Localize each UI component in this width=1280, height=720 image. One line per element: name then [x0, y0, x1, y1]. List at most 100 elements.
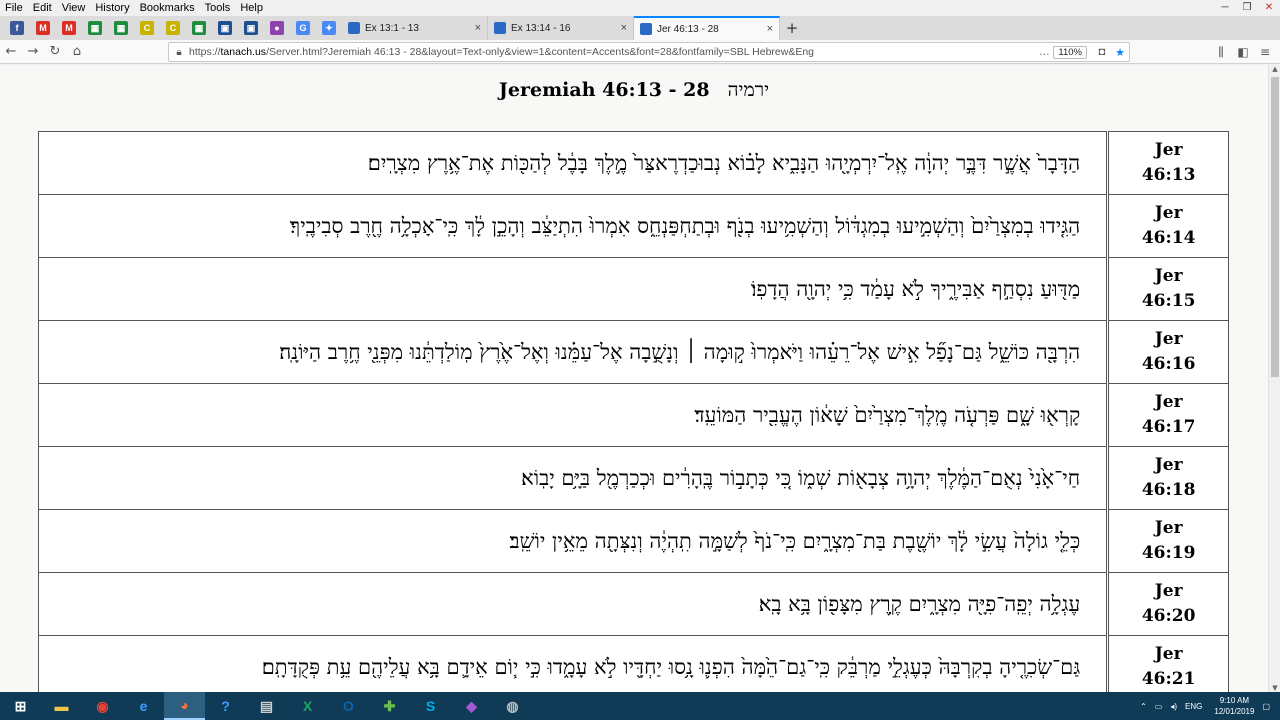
notifications-icon[interactable]: ▢ [1262, 702, 1270, 711]
home-icon[interactable]: ⌂ [66, 44, 88, 59]
windows-taskbar: ⊞ ▬ ◉ e ◕? ▤ X O ✚ S ◆ ◍ ⌃ ▭ ◂) ENG 9:10 AM 12/01/20… [0, 692, 1280, 720]
verse-reference: Jer 46:21 [1107, 635, 1229, 692]
sidebar-icon[interactable]: ◧ [1232, 45, 1254, 59]
hamburger-menu-icon[interactable]: ≡ [1254, 45, 1276, 59]
verse-table: הַדָּבָר֙ אֲשֶׁ֣ר דִּבֶּ֣ר יְהוָ֔ה אֶֽל־… [37, 131, 1229, 692]
page-title-hebrew: ירמיה [727, 79, 770, 101]
back-icon[interactable]: ← [0, 44, 22, 59]
calculator-icon[interactable]: ▤ [246, 692, 287, 720]
close-window-icon[interactable]: ✕ [1258, 0, 1280, 16]
translate-icon[interactable]: G [296, 21, 310, 35]
tab-favicon-icon [348, 22, 360, 34]
tab-label: Jer 46:13 - 28 [657, 23, 719, 35]
verse-text: מַדּ֖וּעַ נִסְחַ֣ף אַבִּירֶ֑יךָ לֹ֣א עָמ… [37, 257, 1110, 321]
page-actions-icon[interactable]: … [1035, 46, 1053, 58]
tab-close-icon[interactable]: × [475, 22, 481, 34]
sheets-icon[interactable]: ▦ [88, 21, 102, 35]
verse-reference: Jer 46:16 [1107, 320, 1229, 384]
edge-icon[interactable]: e [123, 692, 164, 720]
skype-icon[interactable]: S [410, 692, 451, 720]
menu-bar: File Edit View History Bookmarks Tools H… [0, 0, 1280, 16]
system-tray: ⌃ ▭ ◂) ENG 9:10 AM 12/01/2019 ▢ [1132, 692, 1270, 720]
new-tab-button[interactable]: + [780, 16, 804, 40]
verse-text: גַּם־שְׂכִרֶ֤יהָ בְקִרְבָּהּ֙ כְּעֶגְלֵ֣… [37, 635, 1110, 692]
dark-app-icon[interactable]: ◍ [492, 692, 533, 720]
settings-link-icon[interactable]: ✦ [322, 21, 336, 35]
menu-view[interactable]: View [57, 2, 91, 14]
file-explorer-icon[interactable]: ▬ [41, 692, 82, 720]
save-icon-2[interactable]: ▣ [244, 21, 258, 35]
verse-row: גַּם־שְׂכִרֶ֤יהָ בְקִרְבָּהּ֙ כְּעֶגְלֵ֣… [37, 635, 1229, 692]
yellow-app-icon[interactable]: C [140, 21, 154, 35]
verse-reference: Jer 46:18 [1107, 446, 1229, 510]
firefox-icon[interactable]: ◕ [164, 692, 205, 720]
minimize-icon[interactable]: ─ [1214, 0, 1236, 16]
excel-icon[interactable]: X [287, 692, 328, 720]
verse-number: 46:13 [1141, 165, 1196, 185]
window-controls: ─ ❐ ✕ [1214, 0, 1280, 16]
clock[interactable]: 9:10 AM 12/01/2019 [1214, 695, 1254, 717]
yellow-app-icon-2[interactable]: C [166, 21, 180, 35]
restore-icon[interactable]: ❐ [1236, 0, 1258, 16]
menu-edit[interactable]: Edit [28, 2, 57, 14]
verse-number: 46:21 [1141, 669, 1196, 689]
verse-book: Jer [1154, 581, 1183, 601]
vertical-scrollbar[interactable]: ▲ ▼ [1268, 65, 1280, 692]
tab-close-icon[interactable]: × [767, 23, 773, 35]
library-icon[interactable]: ⫼ [1210, 45, 1232, 60]
verse-row: עֶגְלָ֥ה יְפֵֽה־פִיָּ֖ה מִצְרָ֑יִם קֶ֥רֶ… [37, 572, 1229, 636]
verse-reference: Jer 46:17 [1107, 383, 1229, 447]
toolbar-right: ⫼ ◧ ≡ [1210, 40, 1276, 64]
outlook-icon[interactable]: O [328, 692, 369, 720]
menu-bookmarks[interactable]: Bookmarks [135, 2, 200, 14]
save-icon[interactable]: ▣ [218, 21, 232, 35]
tab-ex-13-1[interactable]: Ex 13:1 - 13 × [342, 16, 488, 40]
menu-tools[interactable]: Tools [200, 2, 236, 14]
volume-icon[interactable]: ◂) [1170, 702, 1177, 711]
menu-file[interactable]: File [0, 2, 28, 14]
tray-chevron-icon[interactable]: ⌃ [1140, 702, 1147, 711]
scroll-up-icon[interactable]: ▲ [1269, 65, 1280, 73]
verse-number: 46:20 [1141, 606, 1196, 626]
tab-bar: f M M ▦ ▦ C C ▦ ▣ ▣ ● G ✦ Ex 13:1 - 13 × Ex 13:14 - … [0, 16, 1280, 40]
windows-start-icon[interactable]: ⊞ [0, 692, 41, 720]
reload-icon[interactable]: ↻ [44, 44, 66, 59]
circle-app-icon[interactable]: ● [270, 21, 284, 35]
gmail-icon[interactable]: M [36, 21, 50, 35]
sheets-icon-3[interactable]: ▦ [192, 21, 206, 35]
green-app-icon[interactable]: ✚ [369, 692, 410, 720]
verse-book: Jer [1154, 203, 1183, 223]
help-app-icon[interactable]: ? [205, 692, 246, 720]
zoom-level[interactable]: 110% [1053, 45, 1087, 59]
verse-book: Jer [1154, 140, 1183, 160]
page-content: Jeremiah 46:13 - 28 ירמיה הַדָּבָר֙ אֲשֶׁ… [0, 65, 1268, 692]
forward-icon[interactable]: → [22, 44, 44, 59]
tab-jer-46-13[interactable]: Jer 46:13 - 28 × [634, 16, 780, 40]
gmail-icon-2[interactable]: M [62, 21, 76, 35]
lock-icon[interactable]: 🔒︎ [169, 47, 189, 58]
language-indicator[interactable]: ENG [1185, 702, 1202, 711]
menu-help[interactable]: Help [235, 2, 268, 14]
tab-close-icon[interactable]: × [621, 22, 627, 34]
menu-history[interactable]: History [90, 2, 134, 14]
scrollbar-thumb[interactable] [1271, 77, 1279, 377]
pocket-icon[interactable]: ◘ [1093, 46, 1111, 58]
bookmark-star-icon[interactable]: ★ [1111, 46, 1129, 59]
verse-reference: Jer 46:14 [1107, 194, 1229, 258]
url-text[interactable]: https://tanach.us/Server.html?Jeremiah 4… [189, 46, 1035, 58]
pinned-tabs: f M M ▦ ▦ C C ▦ ▣ ▣ ● G ✦ [0, 16, 342, 40]
verse-book: Jer [1154, 392, 1183, 412]
tab-ex-13-14[interactable]: Ex 13:14 - 16 × [488, 16, 634, 40]
purple-app-icon[interactable]: ◆ [451, 692, 492, 720]
verse-number: 46:16 [1141, 354, 1196, 374]
facebook-icon[interactable]: f [10, 21, 24, 35]
verse-book: Jer [1154, 644, 1183, 664]
chrome-icon[interactable]: ◉ [82, 692, 123, 720]
verse-text: קָרְא֖וּ שָׁ֑ם פַּרְעֹ֤ה מֶֽלֶךְ־מִצְרַ֙… [37, 383, 1110, 447]
verse-text: הַדָּבָר֙ אֲשֶׁ֣ר דִּבֶּ֣ר יְהוָ֔ה אֶֽל־… [37, 131, 1110, 195]
address-bar[interactable]: 🔒︎ https://tanach.us/Server.html?Jeremia… [168, 42, 1130, 62]
network-icon[interactable]: ▭ [1155, 702, 1163, 711]
scroll-down-icon[interactable]: ▼ [1269, 684, 1280, 692]
verse-number: 46:15 [1141, 291, 1196, 311]
sheets-icon-2[interactable]: ▦ [114, 21, 128, 35]
